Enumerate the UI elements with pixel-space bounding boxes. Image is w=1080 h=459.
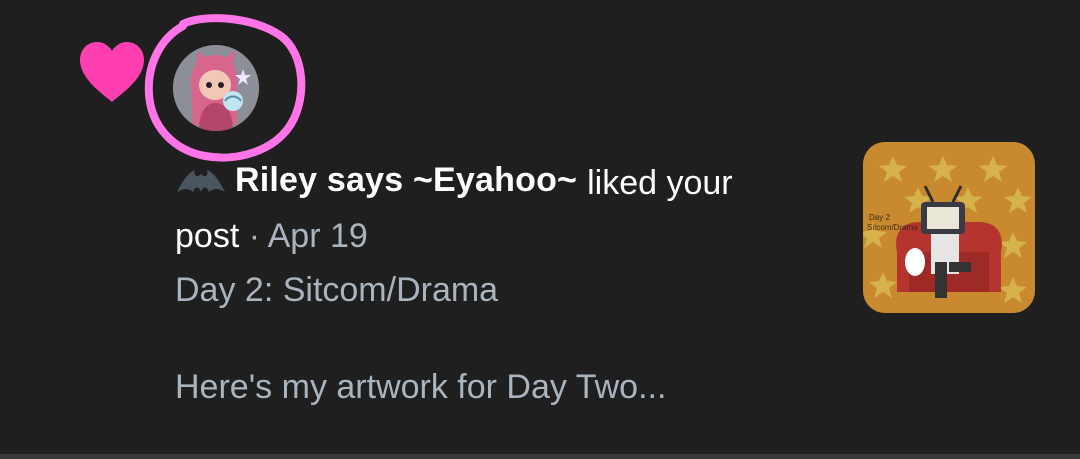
heart-icon [80, 42, 144, 102]
avatar-image [173, 45, 259, 131]
post-thumbnail[interactable]: Day 2 Sitcom/Drama [863, 142, 1035, 313]
thumbnail-image: Day 2 Sitcom/Drama [863, 142, 1035, 313]
post-title[interactable]: Day 2: Sitcom/Drama [175, 262, 835, 318]
user-name-link[interactable]: Riley says ~Eyahoo~ [235, 161, 577, 200]
divider [0, 454, 1080, 459]
action-text: liked your [587, 163, 733, 202]
bat-icon [177, 170, 225, 192]
notification-header: Riley says ~Eyahoo~ liked your [175, 150, 835, 210]
timestamp: Apr 19 [267, 217, 368, 255]
action-text-continued: post [175, 217, 240, 255]
avatar[interactable] [173, 45, 259, 131]
separator-dot: · [239, 217, 268, 255]
notification-meta: post · Apr 19 [175, 210, 835, 262]
post-excerpt[interactable]: Here's my artwork for Day Two... [175, 368, 835, 407]
notification-text: Riley says ~Eyahoo~ liked your post · Ap… [175, 150, 835, 407]
like-notification[interactable]: Riley says ~Eyahoo~ liked your post · Ap… [0, 0, 1080, 459]
